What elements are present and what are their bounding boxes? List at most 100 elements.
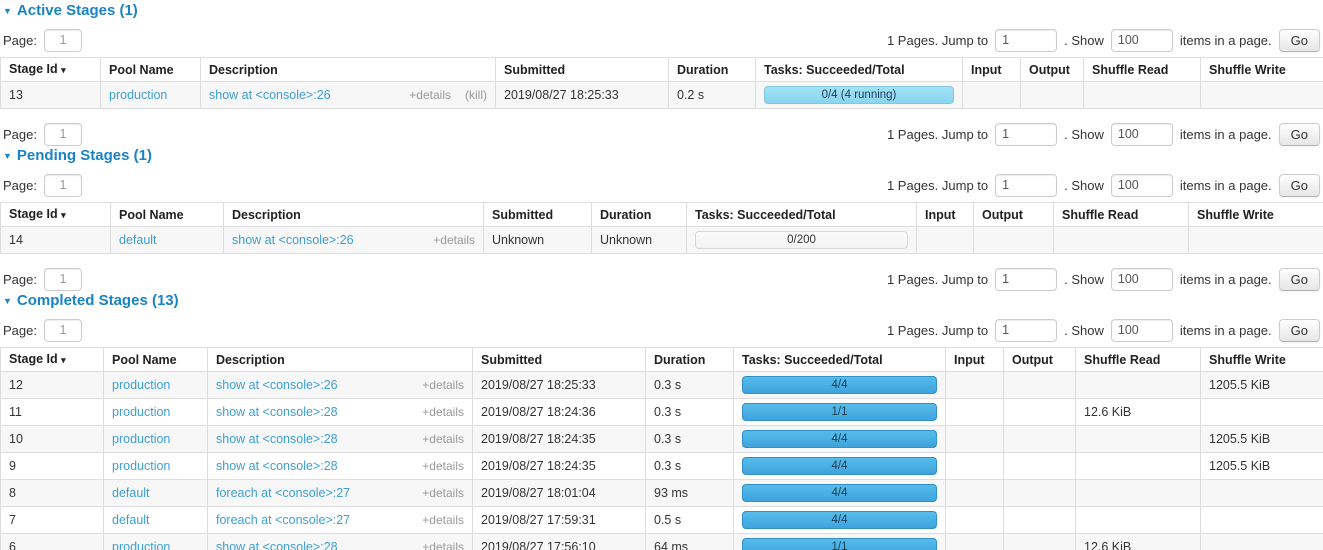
column-header-pool-name[interactable]: Pool Name (101, 58, 201, 82)
column-header-shuffle-read[interactable]: Shuffle Read (1076, 348, 1201, 372)
pool-name-link[interactable]: production (112, 405, 170, 419)
column-header-stage-id[interactable]: Stage Id ▾ (1, 348, 104, 372)
go-button[interactable]: Go (1279, 268, 1320, 291)
pool-name-link[interactable]: default (119, 233, 157, 247)
details-toggle[interactable]: +details (422, 405, 464, 419)
page-input[interactable] (44, 319, 82, 342)
show-items-input[interactable] (1111, 123, 1173, 146)
column-header-duration[interactable]: Duration (592, 203, 687, 227)
details-toggle[interactable]: +details (433, 233, 475, 247)
column-header-shuffle-read[interactable]: Shuffle Read (1054, 203, 1189, 227)
pages-count-text: 1 Pages. Jump to (887, 323, 988, 338)
duration-cell: 0.2 s (669, 82, 756, 109)
column-header-output[interactable]: Output (974, 203, 1054, 227)
column-header-duration[interactable]: Duration (669, 58, 756, 82)
pool-name-link[interactable]: production (109, 88, 167, 102)
column-header-stage-id[interactable]: Stage Id ▾ (1, 203, 111, 227)
details-toggle[interactable]: +details (422, 513, 464, 527)
show-items-input[interactable] (1111, 174, 1173, 197)
pool-name-cell: production (101, 82, 201, 109)
details-toggle[interactable]: +details (422, 432, 464, 446)
go-button[interactable]: Go (1279, 29, 1320, 52)
jump-to-page-input[interactable] (995, 268, 1057, 291)
stage-description-link[interactable]: show at <console>:26 (232, 233, 354, 247)
jump-to-page-input[interactable] (995, 319, 1057, 342)
go-button[interactable]: Go (1279, 319, 1320, 342)
stage-description-link[interactable]: show at <console>:28 (216, 405, 338, 419)
stage-id-cell: 6 (1, 534, 104, 550)
details-toggle[interactable]: +details (422, 486, 464, 500)
stage-description-link[interactable]: show at <console>:28 (216, 459, 338, 473)
go-button[interactable]: Go (1279, 174, 1320, 197)
column-header-submitted[interactable]: Submitted (484, 203, 592, 227)
column-header-tasks[interactable]: Tasks: Succeeded/Total (687, 203, 917, 227)
submitted-cell: 2019/08/27 18:24:35 (473, 426, 646, 453)
stage-description-link[interactable]: show at <console>:28 (216, 540, 338, 550)
stage-description-link[interactable]: show at <console>:26 (216, 378, 338, 392)
page-input[interactable] (44, 174, 82, 197)
jump-to-page-input[interactable] (995, 29, 1057, 52)
pool-name-link[interactable]: production (112, 459, 170, 473)
column-header-description[interactable]: Description (201, 58, 496, 82)
stage-description-link[interactable]: foreach at <console>:27 (216, 513, 350, 527)
output-cell (1004, 534, 1076, 550)
column-header-output[interactable]: Output (1004, 348, 1076, 372)
page-input[interactable] (44, 268, 82, 291)
section-title-active-stages[interactable]: Active Stages (1) (17, 2, 138, 20)
column-header-description[interactable]: Description (208, 348, 473, 372)
sort-arrow-icon: ▾ (61, 355, 66, 365)
description-actions: +details (kill) (409, 88, 487, 102)
shuffle-read-cell (1054, 227, 1189, 254)
column-header-shuffle-write[interactable]: Shuffle Write (1201, 348, 1323, 372)
section-header-active-stages[interactable]: ▼ Active Stages (1) (3, 2, 1323, 20)
page-input[interactable] (44, 29, 82, 52)
jump-to-page-input[interactable] (995, 174, 1057, 197)
kill-link[interactable]: (kill) (465, 88, 487, 102)
details-toggle[interactable]: +details (422, 459, 464, 473)
column-header-description[interactable]: Description (224, 203, 484, 227)
input-cell (946, 480, 1004, 507)
column-header-input[interactable]: Input (946, 348, 1004, 372)
column-header-duration[interactable]: Duration (646, 348, 734, 372)
section-header-completed-stages[interactable]: ▼ Completed Stages (13) (3, 292, 1323, 310)
column-header-stage-id[interactable]: Stage Id ▾ (1, 58, 101, 82)
pool-name-link[interactable]: production (112, 540, 170, 550)
column-header-pool-name[interactable]: Pool Name (111, 203, 224, 227)
section-title-pending-stages[interactable]: Pending Stages (1) (17, 147, 152, 165)
duration-cell: 0.3 s (646, 453, 734, 480)
column-header-pool-name[interactable]: Pool Name (104, 348, 208, 372)
details-toggle[interactable]: +details (422, 378, 464, 392)
column-header-output[interactable]: Output (1021, 58, 1084, 82)
column-header-submitted[interactable]: Submitted (496, 58, 669, 82)
task-progress-bar: 4/4 (742, 484, 937, 502)
stage-description-link[interactable]: show at <console>:26 (209, 88, 331, 102)
pool-name-link[interactable]: default (112, 513, 150, 527)
column-header-tasks[interactable]: Tasks: Succeeded/Total (756, 58, 963, 82)
tasks-cell: 4/4 (734, 426, 946, 453)
page-input[interactable] (44, 123, 82, 146)
stage-row: 12productionshow at <console>:26+details… (1, 372, 1323, 399)
stage-description-link[interactable]: foreach at <console>:27 (216, 486, 350, 500)
section-title-completed-stages[interactable]: Completed Stages (13) (17, 292, 179, 310)
stage-description-link[interactable]: show at <console>:28 (216, 432, 338, 446)
column-header-shuffle-read[interactable]: Shuffle Read (1084, 58, 1201, 82)
show-items-input[interactable] (1111, 268, 1173, 291)
column-header-shuffle-write[interactable]: Shuffle Write (1189, 203, 1323, 227)
column-header-input[interactable]: Input (917, 203, 974, 227)
description-actions: +details (422, 432, 464, 446)
section-header-pending-stages[interactable]: ▼ Pending Stages (1) (3, 147, 1323, 165)
shuffle-write-cell: 1205.5 KiB (1201, 453, 1323, 480)
column-header-tasks[interactable]: Tasks: Succeeded/Total (734, 348, 946, 372)
details-toggle[interactable]: +details (422, 540, 464, 550)
show-items-input[interactable] (1111, 319, 1173, 342)
show-items-input[interactable] (1111, 29, 1173, 52)
pool-name-link[interactable]: default (112, 486, 150, 500)
column-header-input[interactable]: Input (963, 58, 1021, 82)
details-toggle[interactable]: +details (409, 88, 451, 102)
pool-name-link[interactable]: production (112, 378, 170, 392)
column-header-shuffle-write[interactable]: Shuffle Write (1201, 58, 1323, 82)
jump-to-page-input[interactable] (995, 123, 1057, 146)
go-button[interactable]: Go (1279, 123, 1320, 146)
column-header-submitted[interactable]: Submitted (473, 348, 646, 372)
pool-name-link[interactable]: production (112, 432, 170, 446)
